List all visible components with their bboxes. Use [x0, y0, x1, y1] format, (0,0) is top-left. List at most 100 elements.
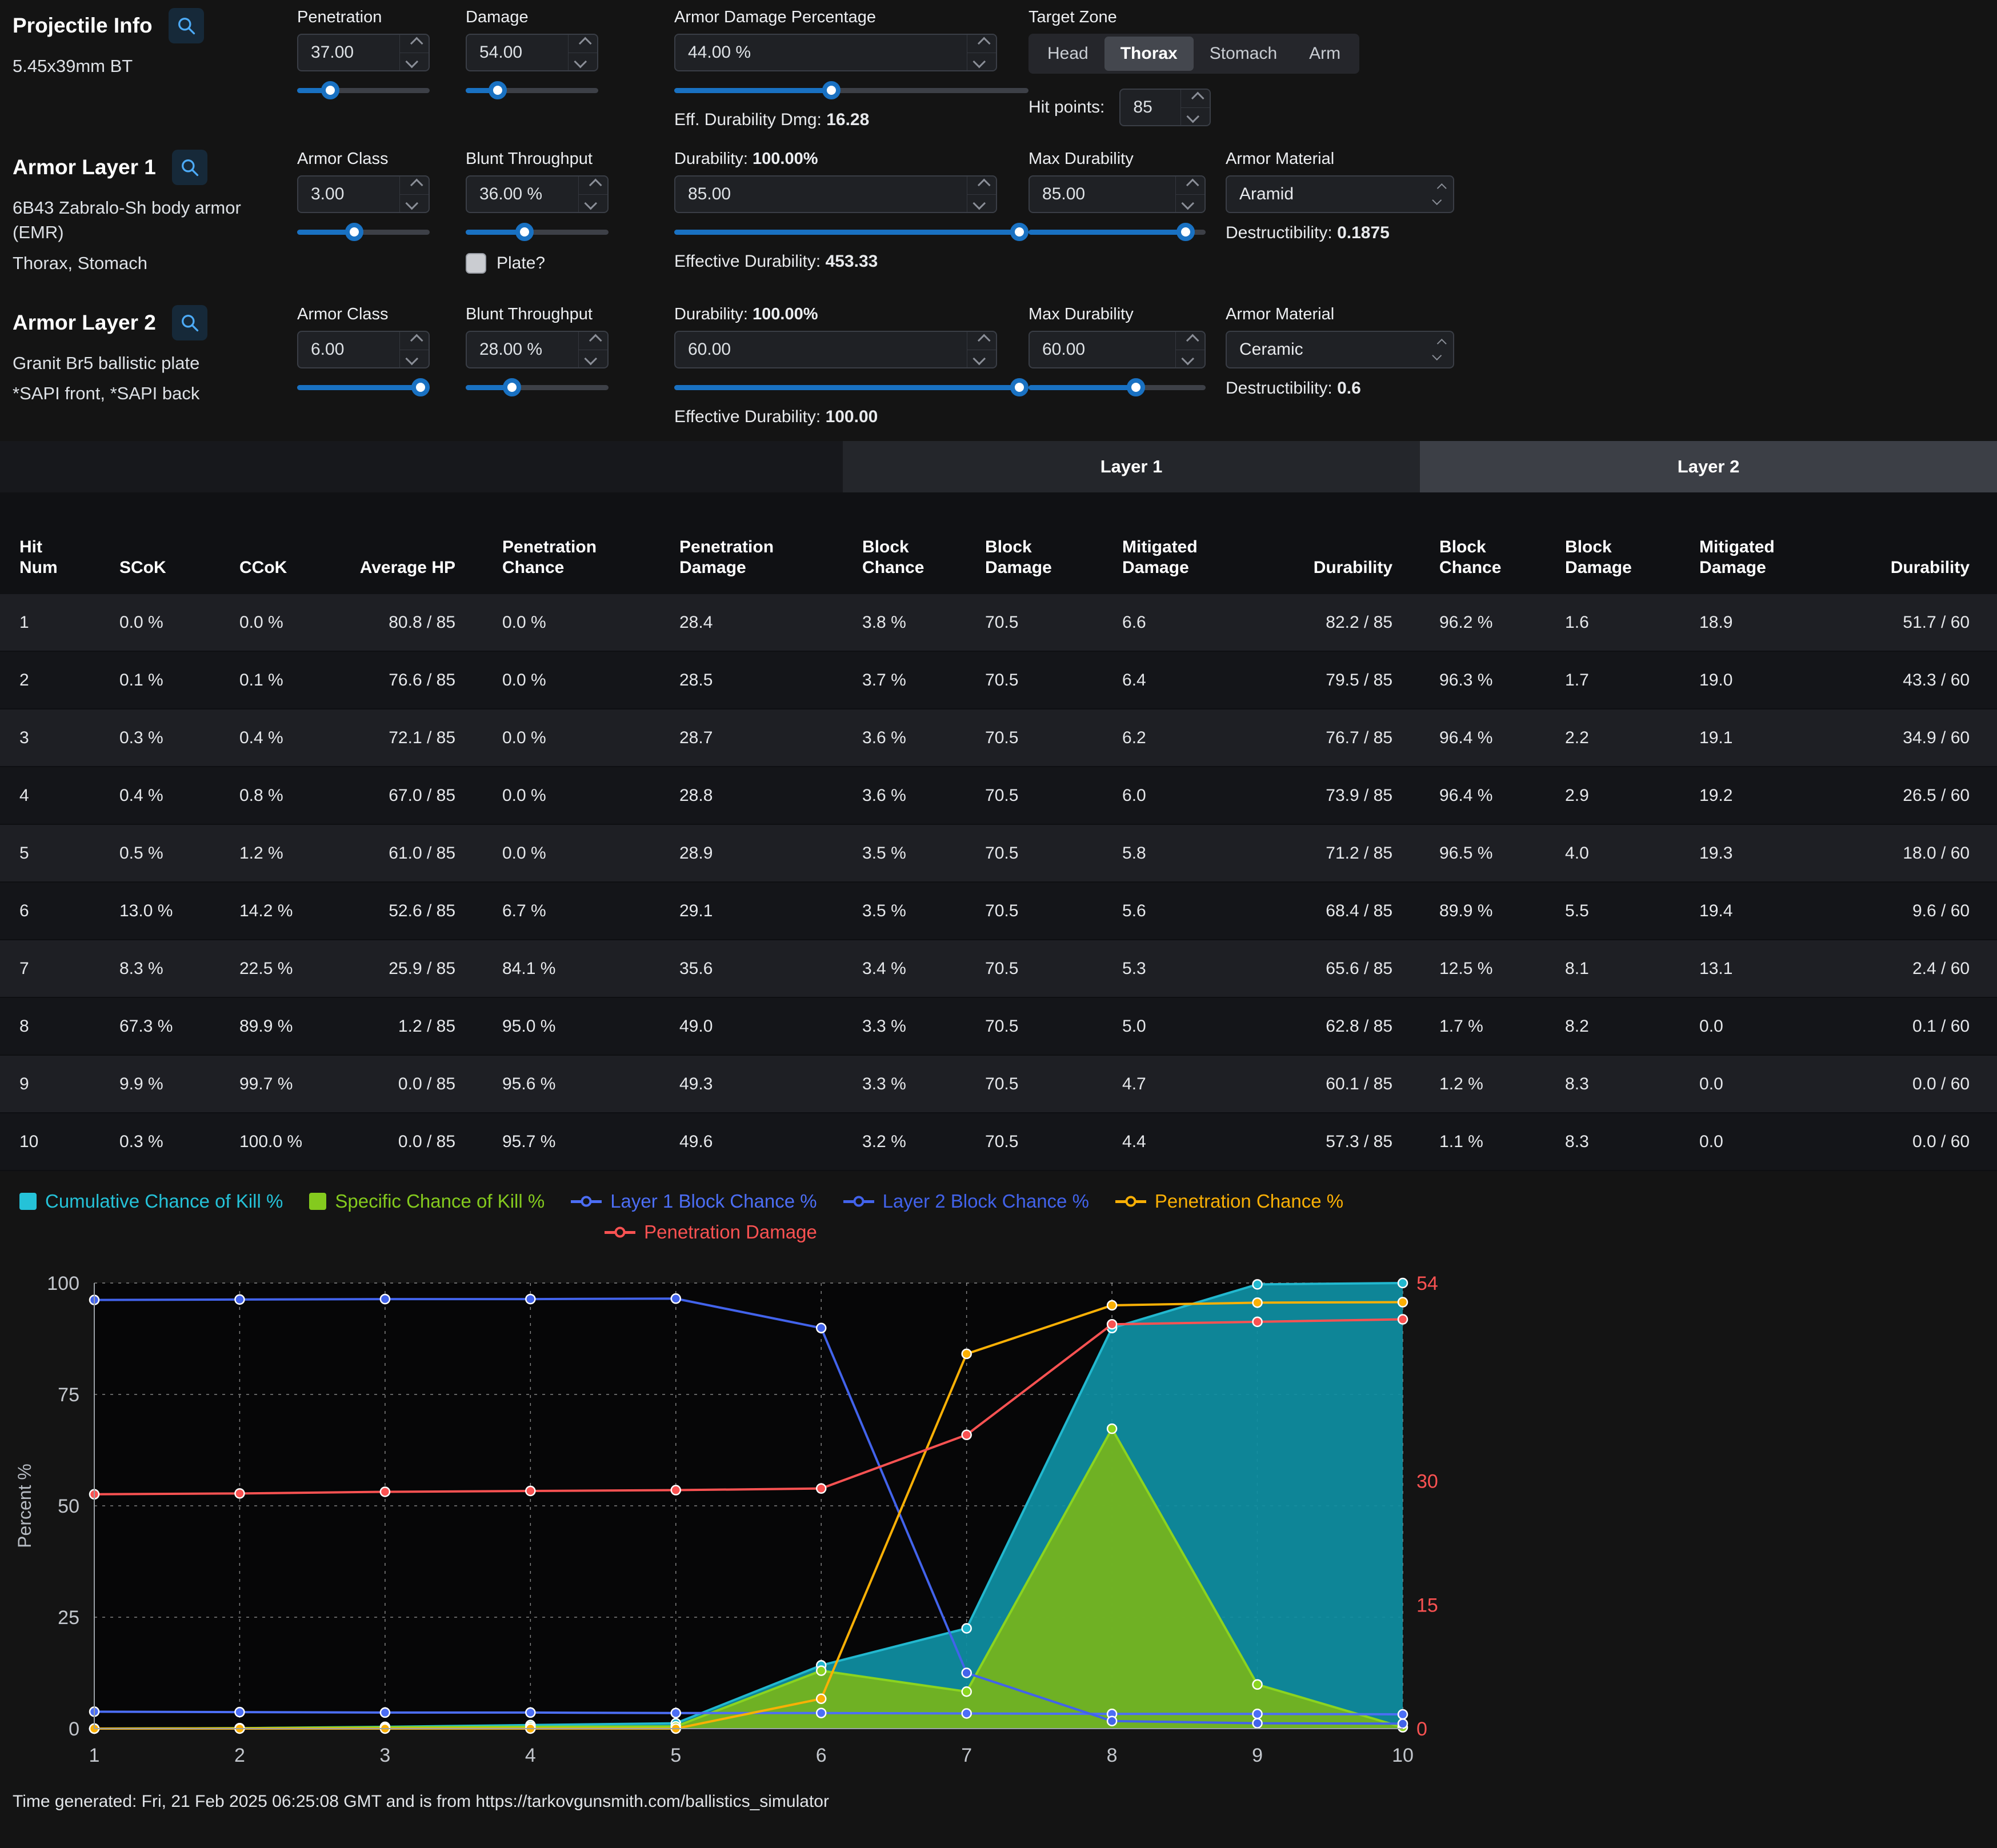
decrement-button[interactable]: [569, 53, 597, 71]
table-cell: 0.0 %: [483, 651, 660, 709]
layer1-blunt-slider[interactable]: [466, 222, 609, 242]
slider-track[interactable]: [466, 385, 609, 390]
slider-thumb[interactable]: [1127, 378, 1145, 396]
slider-track[interactable]: [297, 230, 430, 235]
legend-layer-2-block-chance[interactable]: Layer 2 Block Chance %: [843, 1190, 1089, 1212]
slider-track[interactable]: [297, 385, 430, 390]
slider-track[interactable]: [674, 88, 1028, 93]
decrement-button[interactable]: [967, 194, 996, 213]
col-header-durability-13: Durability: [1854, 492, 1997, 594]
layer1-material-select[interactable]: Aramid: [1226, 175, 1454, 213]
slider-thumb[interactable]: [1010, 223, 1028, 241]
increment-button[interactable]: [579, 332, 607, 350]
slider-thumb[interactable]: [822, 81, 841, 99]
layer2-max-durability-slider[interactable]: [1028, 378, 1206, 397]
increment-button[interactable]: [400, 332, 429, 350]
col-header-durability-9: Durability: [1280, 492, 1420, 594]
increment-button[interactable]: [400, 35, 429, 53]
decrement-button[interactable]: [579, 350, 607, 368]
layer1-blunt-input[interactable]: 36.00 %: [466, 175, 609, 213]
decrement-button[interactable]: [579, 194, 607, 213]
legend-cumulative-chance-of-kill[interactable]: Cumulative Chance of Kill %: [19, 1190, 283, 1212]
slider-thumb[interactable]: [345, 223, 363, 241]
slider-thumb[interactable]: [515, 223, 534, 241]
decrement-button[interactable]: [967, 350, 996, 368]
layer2-armor-class-input[interactable]: 6.00: [297, 331, 430, 368]
increment-button[interactable]: [967, 177, 996, 194]
table-cell: 60.1 / 85: [1280, 1055, 1420, 1113]
increment-button[interactable]: [967, 35, 996, 53]
slider-track[interactable]: [674, 385, 1028, 390]
increment-button[interactable]: [400, 177, 429, 194]
armor-layer-2-row: Armor Layer 2 Granit Br5 ballistic plate…: [13, 305, 1471, 427]
armor-layer-1-search-button[interactable]: [172, 150, 207, 185]
increment-button[interactable]: [967, 332, 996, 350]
table-cell: 71.2 / 85: [1280, 824, 1420, 882]
armor-layer-2-search-button[interactable]: [172, 305, 207, 340]
slider-track[interactable]: [466, 230, 609, 235]
layer2-blunt-slider[interactable]: [466, 378, 609, 397]
slider-track[interactable]: [466, 88, 598, 93]
slider-thumb[interactable]: [321, 81, 339, 99]
penetration-input[interactable]: 37.00: [297, 34, 430, 71]
layer1-max-durability-slider[interactable]: [1028, 222, 1206, 242]
slider-thumb[interactable]: [411, 378, 430, 396]
layer2-durability-slider[interactable]: [674, 378, 1028, 397]
decrement-button[interactable]: [400, 350, 429, 368]
decrement-button[interactable]: [400, 194, 429, 213]
select-chevrons-icon: [1436, 340, 1443, 359]
table-cell: 4.7: [1103, 1055, 1280, 1113]
layer1-armor-class-slider[interactable]: [297, 222, 430, 242]
hit-points-input[interactable]: 85: [1119, 89, 1211, 126]
penetration-slider[interactable]: [297, 81, 430, 100]
decrement-button[interactable]: [967, 53, 996, 71]
target-zone-arm[interactable]: Arm: [1293, 37, 1356, 71]
decrement-button[interactable]: [1176, 194, 1204, 213]
target-zone-head[interactable]: Head: [1031, 37, 1104, 71]
legend-penetration-damage[interactable]: Penetration Damage: [605, 1221, 817, 1243]
damage-slider[interactable]: [466, 81, 598, 100]
slider-track[interactable]: [1028, 385, 1206, 390]
decrement-button[interactable]: [1181, 107, 1210, 126]
layer2-material-select[interactable]: Ceramic: [1226, 331, 1454, 368]
table-cell: 1.7: [1546, 651, 1680, 709]
slider-thumb[interactable]: [503, 378, 521, 396]
increment-button[interactable]: [1176, 177, 1204, 194]
plate-checkbox[interactable]: [466, 253, 486, 274]
layer1-durability-input[interactable]: 85.00: [674, 175, 997, 213]
table-cell: 29.1: [660, 882, 843, 940]
legend-penetration-chance[interactable]: Penetration Chance %: [1115, 1190, 1343, 1212]
armor-damage-pct-input[interactable]: 44.00 %: [674, 34, 997, 71]
layer2-durability-value: 60.00: [688, 340, 731, 359]
layer2-durability-input[interactable]: 60.00: [674, 331, 997, 368]
legend-specific-chance-of-kill[interactable]: Specific Chance of Kill %: [309, 1190, 545, 1212]
slider-thumb[interactable]: [489, 81, 507, 99]
increment-button[interactable]: [1176, 332, 1204, 350]
increment-button[interactable]: [1181, 90, 1210, 107]
damage-input[interactable]: 54.00: [466, 34, 598, 71]
layer2-armor-class-slider[interactable]: [297, 378, 430, 397]
table-row-hit-6: 613.0 %14.2 %52.6 / 856.7 %29.13.5 %70.5…: [0, 882, 1997, 940]
decrement-button[interactable]: [1176, 350, 1204, 368]
decrement-button[interactable]: [400, 53, 429, 71]
layer1-max-durability-input[interactable]: 85.00: [1028, 175, 1206, 213]
slider-thumb[interactable]: [1010, 378, 1028, 396]
legend-layer-1-block-chance[interactable]: Layer 1 Block Chance %: [571, 1190, 817, 1212]
layer2-blunt-input[interactable]: 28.00 %: [466, 331, 609, 368]
target-zone-stomach[interactable]: Stomach: [1194, 37, 1293, 71]
projectile-search-button[interactable]: [169, 8, 204, 43]
slider-track[interactable]: [297, 88, 430, 93]
table-row-hit-5: 50.5 %1.2 %61.0 / 850.0 %28.93.5 %70.55.…: [0, 824, 1997, 882]
target-zone-thorax[interactable]: Thorax: [1104, 37, 1194, 71]
slider-thumb[interactable]: [1176, 223, 1195, 241]
increment-button[interactable]: [579, 177, 607, 194]
layer1-armor-class-input[interactable]: 3.00: [297, 175, 430, 213]
layer1-durability-slider[interactable]: [674, 222, 1028, 242]
slider-track[interactable]: [674, 230, 1028, 235]
table-cell: 1.1 %: [1420, 1113, 1546, 1170]
layer2-max-durability-input[interactable]: 60.00: [1028, 331, 1206, 368]
armor-damage-pct-slider[interactable]: [674, 81, 1028, 100]
armor-damage-pct-control: Armor Damage Percentage 44.00 % Eff. Dur…: [674, 8, 1028, 130]
legend-label: Cumulative Chance of Kill %: [45, 1190, 283, 1212]
increment-button[interactable]: [569, 35, 597, 53]
